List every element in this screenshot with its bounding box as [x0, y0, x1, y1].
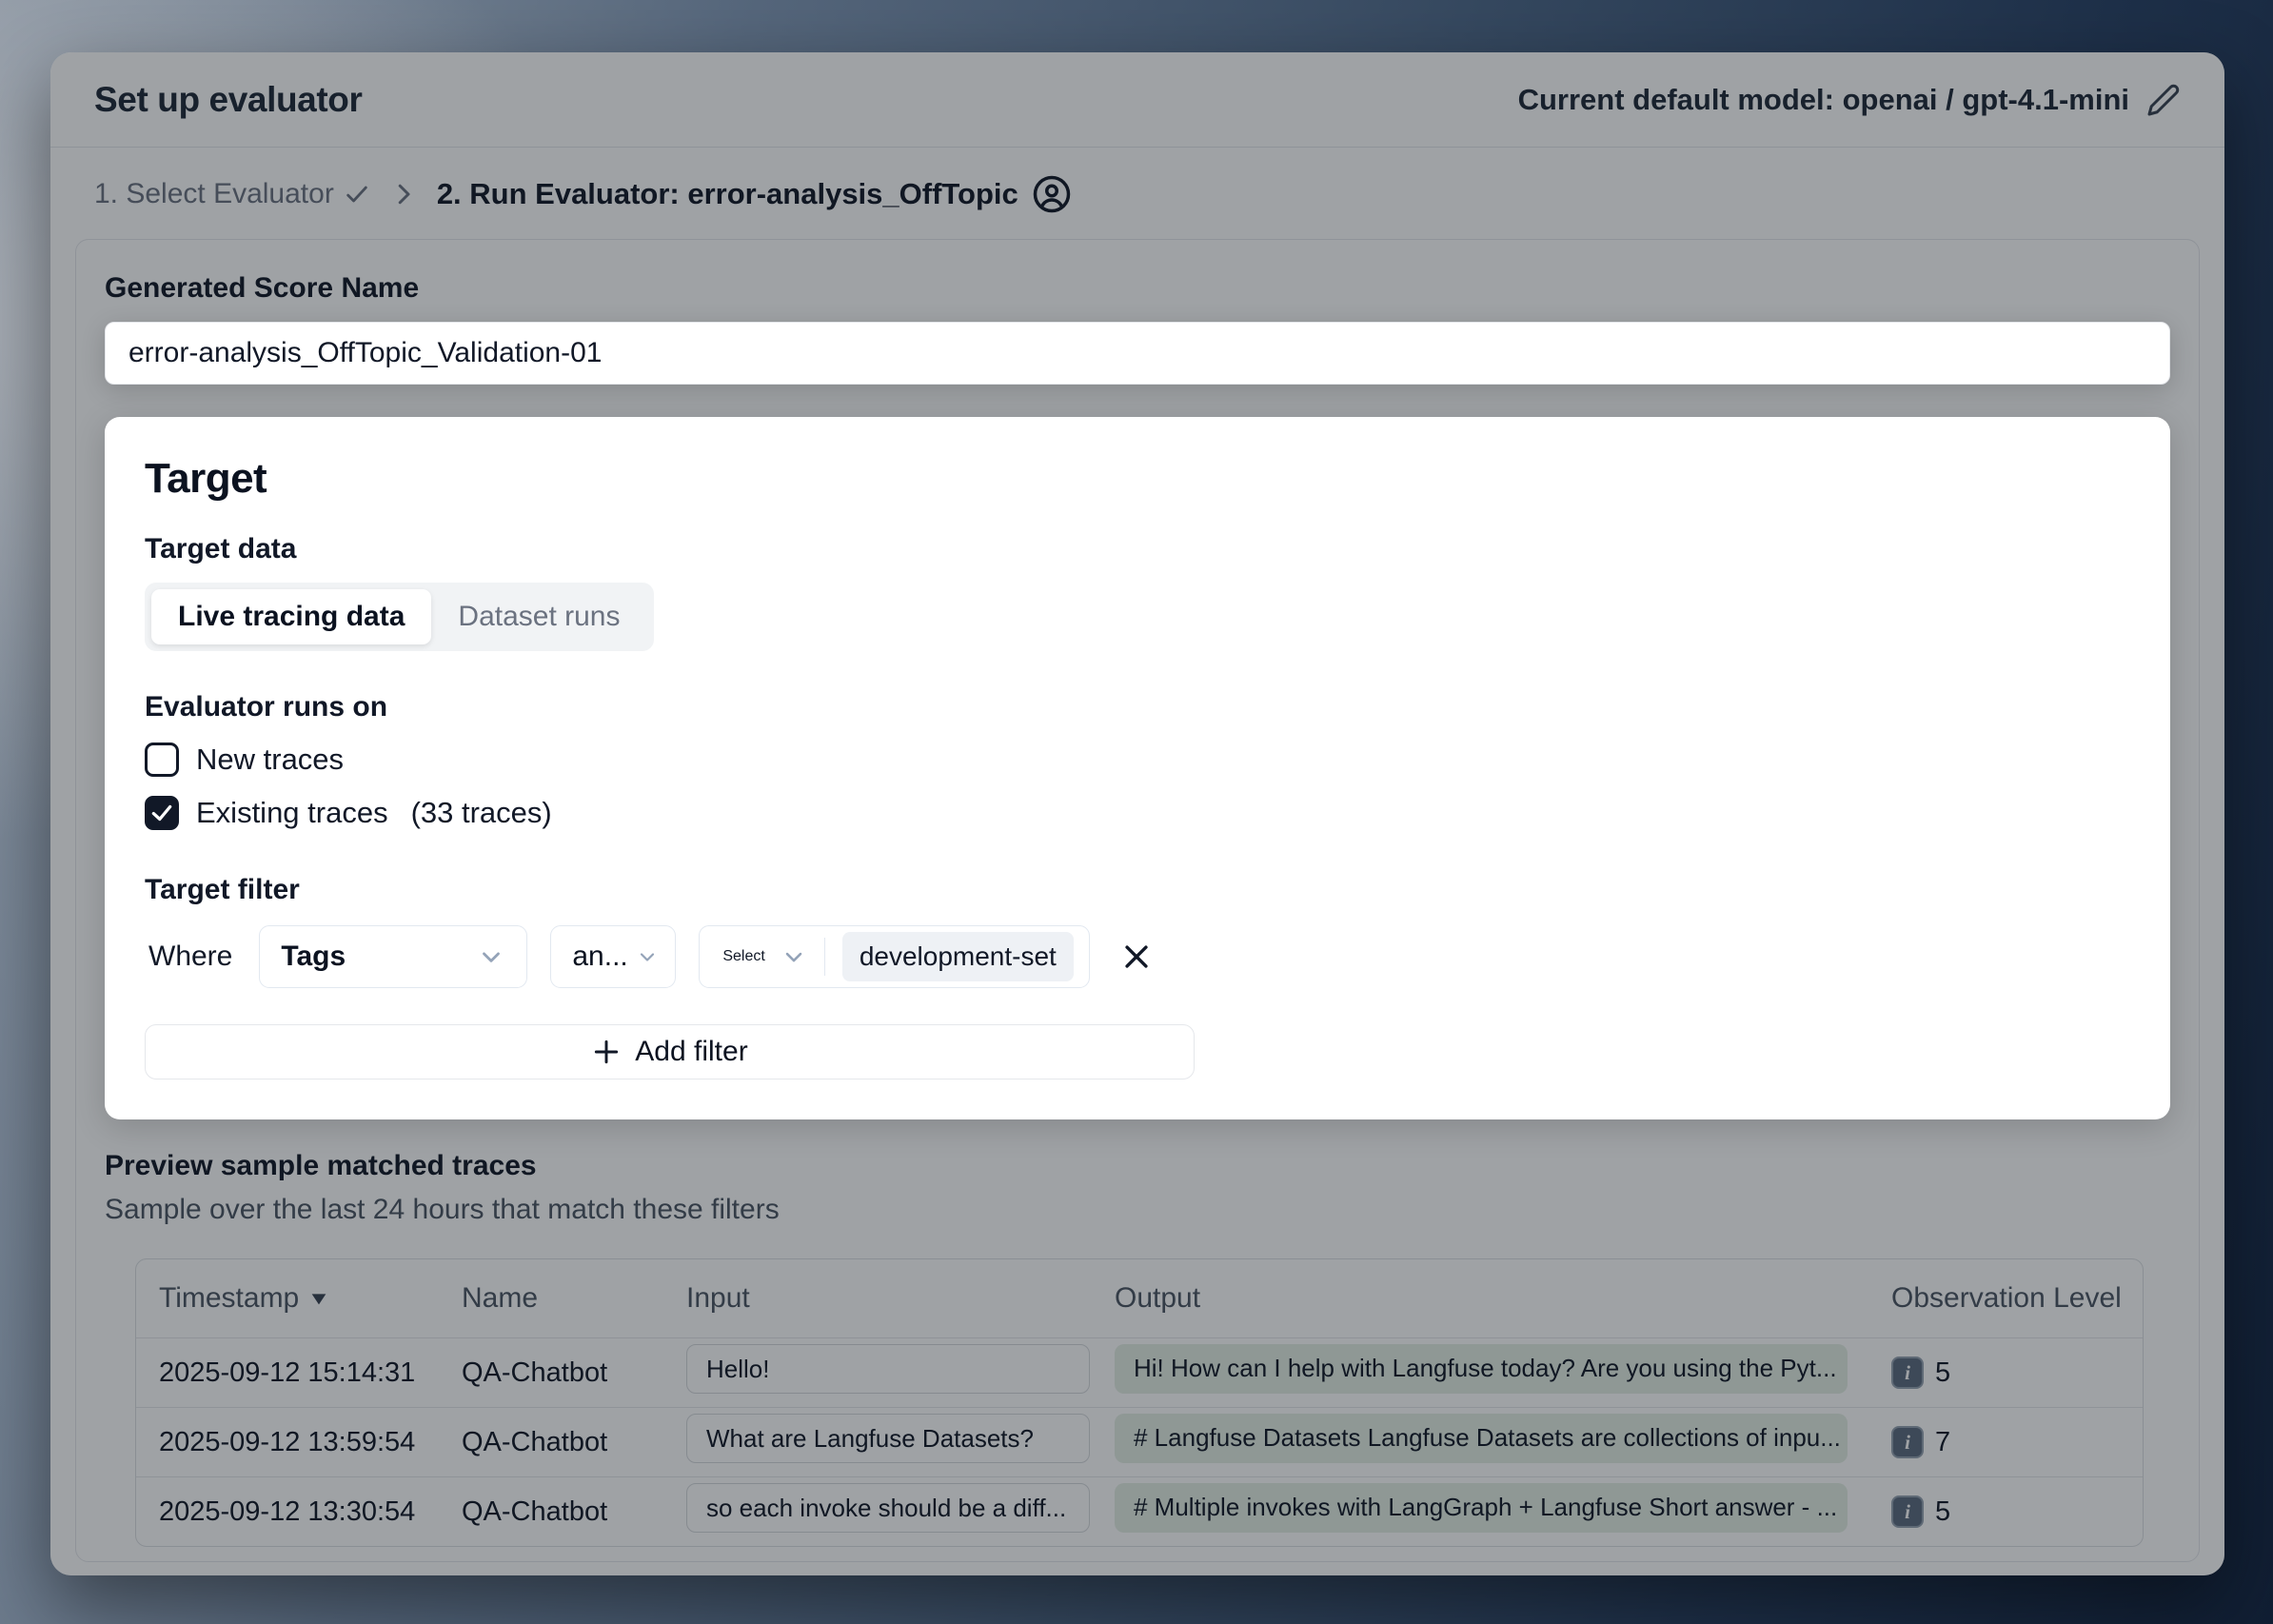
checkbox-row-new-traces[interactable]: New traces: [145, 743, 2130, 777]
close-icon: [1120, 941, 1153, 973]
observation-count: 7: [1935, 1427, 1950, 1458]
breadcrumb-step1-label: 1. Select Evaluator: [94, 178, 334, 210]
observation-count: 5: [1935, 1496, 1950, 1528]
default-model-label: Current default model: openai / gpt-4.1-…: [1518, 83, 2129, 117]
output-chip[interactable]: # Langfuse Datasets Langfuse Datasets ar…: [1115, 1414, 1848, 1463]
cell-name: QA-Chatbot: [462, 1357, 686, 1389]
output-chip[interactable]: Hi! How can I help with Langfuse today? …: [1115, 1344, 1848, 1394]
add-filter-label: Add filter: [635, 1036, 747, 1068]
breadcrumb-step-select-evaluator[interactable]: 1. Select Evaluator: [94, 178, 370, 210]
tab-live-tracing-data[interactable]: Live tracing data: [151, 589, 431, 644]
filter-where-label: Where: [145, 941, 236, 973]
breadcrumb-step-run-evaluator: 2. Run Evaluator: error-analysis_OffTopi…: [437, 174, 1072, 214]
column-header-name[interactable]: Name: [462, 1282, 686, 1315]
cell-timestamp: 2025-09-12 15:14:31: [159, 1357, 462, 1389]
matched-traces-table: Timestamp Name Input Output Observation …: [135, 1258, 2144, 1547]
page-title: Set up evaluator: [94, 80, 362, 120]
input-chip[interactable]: so each invoke should be a diff...: [686, 1483, 1090, 1533]
value-group-divider: [824, 938, 825, 976]
breadcrumb: 1. Select Evaluator 2. Run Evaluator: er…: [50, 148, 2224, 239]
cell-name: QA-Chatbot: [462, 1427, 686, 1458]
default-model-info: Current default model: openai / gpt-4.1-…: [1518, 83, 2181, 117]
chevron-down-icon: [636, 945, 659, 968]
remove-filter-button[interactable]: [1120, 941, 1153, 973]
input-chip[interactable]: What are Langfuse Datasets?: [686, 1414, 1090, 1463]
target-title: Target: [145, 455, 2130, 503]
chevron-right-icon: [389, 180, 418, 208]
existing-traces-count: (33 traces): [411, 796, 552, 830]
new-traces-label: New traces: [196, 743, 344, 777]
filter-value-select[interactable]: Select: [722, 943, 806, 970]
input-chip[interactable]: Hello!: [686, 1344, 1090, 1394]
score-name-label: Generated Score Name: [105, 272, 2170, 305]
chevron-down-icon: [477, 942, 505, 971]
cell-observation-levels: i 5: [1891, 1357, 2120, 1389]
table-row[interactable]: 2025-09-12 15:14:31 QA-Chatbot Hello! Hi…: [136, 1337, 2143, 1407]
table-header-row: Timestamp Name Input Output Observation …: [136, 1259, 2143, 1337]
chevron-down-icon: [781, 943, 807, 970]
preview-section: Preview sample matched traces Sample ove…: [105, 1150, 2170, 1226]
add-filter-button[interactable]: Add filter: [145, 1024, 1195, 1079]
cell-observation-levels: i 5: [1891, 1495, 2120, 1528]
tab-dataset-runs[interactable]: Dataset runs: [431, 589, 646, 644]
cell-observation-levels: i 7: [1891, 1426, 2120, 1458]
cell-name: QA-Chatbot: [462, 1496, 686, 1528]
table-row[interactable]: 2025-09-12 13:30:54 QA-Chatbot so each i…: [136, 1476, 2143, 1546]
observation-count: 5: [1935, 1357, 1950, 1389]
selected-tag-pill[interactable]: development-set: [842, 932, 1074, 981]
user-circle-icon: [1032, 174, 1072, 214]
existing-traces-checkbox[interactable]: [145, 796, 179, 830]
filter-operator-select[interactable]: an...: [550, 925, 676, 988]
info-badge-icon: i: [1891, 1357, 1924, 1389]
column-header-observation-levels[interactable]: Observation Levels: [1891, 1282, 2120, 1315]
edit-model-button[interactable]: [2146, 83, 2181, 117]
plus-icon: [591, 1037, 622, 1067]
column-header-input[interactable]: Input: [686, 1282, 1115, 1315]
check-icon: [149, 801, 174, 825]
generated-score-name-input[interactable]: [105, 322, 2170, 385]
filter-column-select[interactable]: Tags: [259, 925, 527, 988]
target-data-label: Target data: [145, 533, 2130, 565]
check-icon: [344, 181, 370, 208]
filter-operator-value: an...: [572, 941, 627, 973]
filter-column-value: Tags: [281, 941, 346, 973]
filter-value-placeholder: Select: [722, 948, 764, 965]
preview-subtitle: Sample over the last 24 hours that match…: [105, 1194, 2170, 1226]
pencil-icon: [2146, 83, 2181, 117]
dialog-header: Set up evaluator Current default model: …: [50, 52, 2224, 148]
checkbox-row-existing-traces[interactable]: Existing traces (33 traces): [145, 796, 2130, 830]
info-badge-icon: i: [1891, 1426, 1924, 1458]
column-header-output[interactable]: Output: [1115, 1282, 1891, 1315]
run-evaluator-form: Generated Score Name Target Target data …: [75, 239, 2200, 1562]
filter-row: Where Tags an...: [145, 925, 2130, 988]
setup-evaluator-dialog: Set up evaluator Current default model: …: [50, 52, 2224, 1575]
info-badge-icon: i: [1891, 1495, 1924, 1528]
preview-title: Preview sample matched traces: [105, 1150, 2170, 1182]
evaluator-runs-on-label: Evaluator runs on: [145, 691, 2130, 723]
breadcrumb-step2-label: 2. Run Evaluator: error-analysis_OffTopi…: [437, 177, 1018, 211]
column-header-timestamp[interactable]: Timestamp: [159, 1282, 462, 1315]
filter-value-group: Select development-set: [699, 925, 1089, 988]
target-filter-label: Target filter: [145, 874, 2130, 906]
target-card: Target Target data Live tracing data Dat…: [105, 417, 2170, 1119]
table-row[interactable]: 2025-09-12 13:59:54 QA-Chatbot What are …: [136, 1407, 2143, 1476]
output-chip[interactable]: # Multiple invokes with LangGraph + Lang…: [1115, 1483, 1848, 1533]
sort-desc-icon: [308, 1288, 329, 1309]
cell-timestamp: 2025-09-12 13:30:54: [159, 1496, 462, 1528]
timestamp-header-label: Timestamp: [159, 1282, 299, 1315]
target-data-tabs: Live tracing data Dataset runs: [145, 583, 654, 651]
existing-traces-label: Existing traces: [196, 796, 388, 830]
cell-timestamp: 2025-09-12 13:59:54: [159, 1427, 462, 1458]
new-traces-checkbox[interactable]: [145, 743, 179, 777]
